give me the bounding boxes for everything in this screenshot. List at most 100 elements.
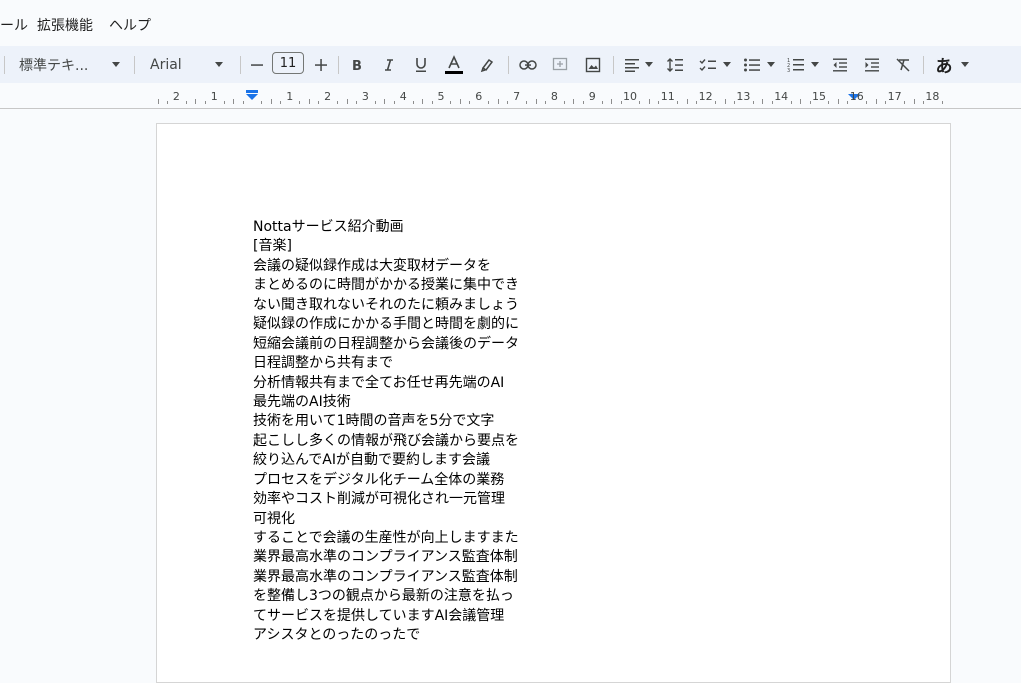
document-line: Nottaサービス紹介動画 — [253, 219, 404, 235]
numbered-list-dropdown[interactable]: 123 — [784, 46, 822, 83]
input-tools-dropdown[interactable]: あ — [930, 46, 974, 83]
paragraph-style-label: 標準テキ... — [19, 57, 89, 74]
chevron-down-icon — [723, 62, 731, 67]
ruler-tick — [157, 99, 159, 104]
ruler-tick — [837, 99, 839, 104]
checklist-dropdown[interactable] — [696, 46, 734, 83]
ruler-tick — [828, 101, 830, 104]
ruler-tick — [374, 101, 376, 104]
ruler-tick — [318, 101, 320, 104]
highlight-color-button[interactable] — [476, 46, 498, 83]
chevron-down-icon — [644, 62, 653, 67]
menu-tools[interactable]: ール — [0, 17, 28, 35]
text-color-icon — [445, 54, 463, 74]
ruler-label: 5 — [437, 90, 445, 103]
bulleted-list-icon — [744, 58, 760, 71]
ruler-tick — [497, 99, 499, 104]
ruler-tick — [393, 101, 395, 104]
indent-decrease-icon — [833, 58, 847, 71]
ruler-tick — [686, 99, 688, 104]
ruler-label: 4 — [399, 90, 407, 103]
insert-link-button[interactable] — [516, 46, 540, 83]
text-color-button[interactable] — [442, 46, 466, 83]
document-line: てサービスを提供していますAI会議管理 — [253, 607, 505, 624]
bold-button[interactable]: B — [346, 46, 368, 83]
svg-text:B: B — [352, 59, 362, 72]
ruler-tick — [422, 99, 424, 104]
clear-formatting-button[interactable] — [892, 46, 914, 83]
plus-icon — [315, 58, 327, 71]
document-line: まとめるのに時間がかかる授業に集中でき — [253, 277, 519, 294]
increase-indent-button[interactable] — [861, 46, 883, 83]
first-line-indent-marker[interactable] — [246, 90, 258, 93]
ruler-tick — [526, 101, 528, 104]
ruler-markers — [246, 90, 860, 100]
link-icon — [519, 59, 537, 70]
ruler-tick — [715, 101, 717, 104]
highlighter-icon — [480, 58, 494, 72]
clear-formatting-icon — [896, 57, 910, 72]
line-spacing-icon — [667, 57, 683, 72]
ruler-tick — [355, 101, 357, 104]
document-line: [音楽] — [253, 238, 292, 255]
ruler-tick — [544, 101, 546, 104]
ruler-tick — [885, 101, 887, 104]
document-line: 日程調整から共有まで — [253, 355, 393, 372]
underline-button[interactable] — [410, 46, 432, 83]
left-indent-marker[interactable] — [246, 94, 258, 100]
bulleted-list-dropdown[interactable] — [740, 46, 778, 83]
ruler-tick — [412, 101, 414, 104]
insert-comment-button[interactable] — [549, 46, 571, 83]
menu-bar: ール 拡張機能 ヘルプ — [0, 0, 1021, 46]
ruler-tick — [450, 101, 452, 104]
ruler-tick — [204, 101, 206, 104]
ruler-label: 2 — [172, 90, 180, 103]
ruler-label: 18 — [925, 90, 940, 103]
ruler-label: 3 — [361, 90, 369, 103]
ruler-tick — [904, 101, 906, 104]
ruler-tick — [337, 101, 339, 104]
align-dropdown[interactable] — [620, 46, 656, 83]
ruler-tick — [535, 99, 537, 104]
document-line: することで会議の生産性が向上しますまた — [253, 530, 519, 546]
chevron-down-icon — [960, 62, 969, 67]
document-line: 分析情報共有まで全てお任せ再先端のAI — [253, 374, 505, 391]
ruler-label: 1 — [210, 90, 218, 103]
chevron-down-icon — [767, 62, 775, 67]
ruler-label: 9 — [588, 90, 596, 103]
ruler-tick — [384, 99, 386, 104]
ruler-tick — [507, 101, 509, 104]
document-line: 効率やコスト削減が可視化され一元管理 — [253, 491, 505, 508]
font-family-dropdown[interactable]: Arial — [143, 46, 233, 83]
menu-help[interactable]: ヘルプ — [109, 17, 151, 35]
ruler-tick — [308, 99, 310, 104]
decrease-indent-button[interactable] — [829, 46, 851, 83]
ruler-tick — [573, 99, 575, 104]
ruler-tick — [166, 101, 168, 104]
ruler-tick — [724, 99, 726, 104]
ruler-label: 10 — [623, 90, 637, 103]
ruler-tick — [658, 101, 660, 104]
ruler: 2 1 1 2 3 4 5 6 7 8 9 10 11 12 13 14 15 16 17 18 — [0, 84, 1021, 109]
chevron-down-icon — [112, 62, 121, 67]
decrease-font-size-button[interactable] — [246, 46, 268, 83]
italic-button[interactable] — [378, 46, 400, 83]
underline-icon — [416, 57, 426, 72]
paragraph-style-dropdown[interactable]: 標準テキ... — [14, 46, 126, 83]
ruler-tick — [563, 101, 565, 104]
ruler-tick — [611, 99, 613, 104]
menu-extensions[interactable]: 拡張機能 — [37, 17, 93, 35]
document-line: 技術を用いて1時間の音声を5分で文字 — [253, 413, 495, 430]
toolbar-separator — [923, 56, 924, 74]
ruler-tick — [185, 101, 187, 104]
document-line: 絞り込んでAIが自動で要約します会議 — [253, 452, 491, 469]
line-spacing-button[interactable] — [664, 46, 686, 83]
toolbar: 標準テキ... Arial B 1 2 3 あ — [0, 46, 1021, 83]
increase-font-size-button[interactable] — [310, 46, 332, 83]
chevron-down-icon — [214, 62, 223, 67]
font-size-input[interactable]: 11 — [272, 52, 304, 74]
document-body[interactable]: Nottaサービス紹介動画 [音楽] 会議の疑似録作成は大変取材データを まとめ… — [253, 218, 553, 646]
ruler-tick — [648, 99, 650, 104]
ruler-label: 16 — [849, 90, 864, 103]
insert-image-button[interactable] — [582, 46, 604, 83]
